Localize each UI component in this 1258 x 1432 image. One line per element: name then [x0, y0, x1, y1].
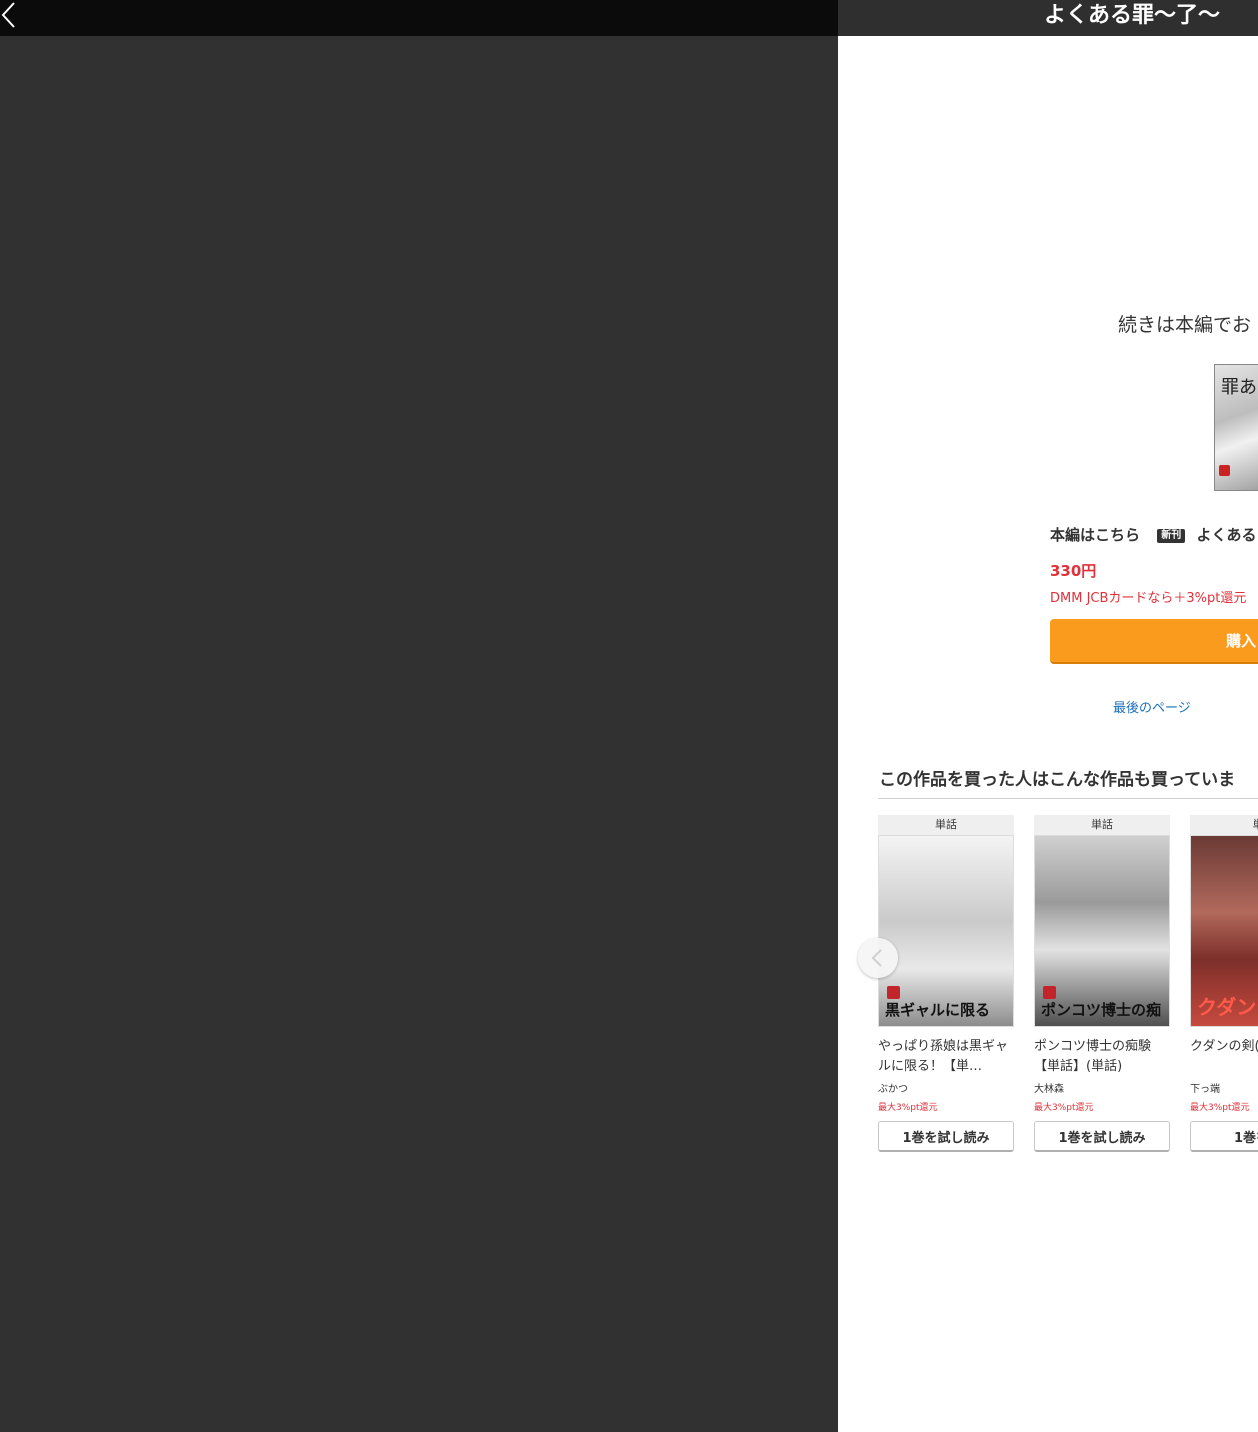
back-button[interactable]	[0, 0, 24, 30]
carousel-prev-button[interactable]	[858, 938, 898, 978]
continue-message: 続きは本編でお	[1118, 314, 1252, 336]
recommendation-card[interactable]: 単話 黒ギャルに限る やっぱり孫娘は黒ギャルに限る！【単… ぶかつ 最大3%pt…	[878, 815, 1014, 1152]
card-points: 最大3%pt還元	[878, 1103, 938, 1113]
main-volume-cover[interactable]: 罪ある	[1214, 364, 1258, 491]
cover-title-text: 罪ある	[1221, 377, 1258, 398]
main-volume-title-link[interactable]: よくある	[1196, 526, 1256, 544]
page-title: よくある罪〜了〜	[1044, 3, 1221, 28]
chevron-left-icon	[871, 949, 882, 967]
cover-title-text: 黒ギャルに限る	[885, 1001, 991, 1019]
r18-badge-icon	[887, 986, 900, 999]
end-page-panel: 続きは本編でお 罪ある 本編はこちら 新刊 よくある 330円 DMM JCBカ…	[838, 36, 1258, 1432]
buy-button[interactable]: 購入	[1050, 619, 1258, 664]
trial-read-button[interactable]: 1巻を試し読み	[1034, 1121, 1170, 1152]
card-title[interactable]: やっぱり孫娘は黒ギャルに限る！【単…	[878, 1037, 1014, 1077]
divider	[878, 798, 1258, 799]
card-points: 最大3%pt還元	[1190, 1103, 1250, 1113]
chevron-left-icon	[1, 2, 15, 28]
card-points: 最大3%pt還元	[1034, 1103, 1094, 1113]
cover-title-text: クダン	[1197, 995, 1257, 1019]
recommendation-card[interactable]: 単 クダン クダンの剣(単話) 下っ端 最大3%pt還元 1巻を試	[1190, 815, 1258, 1152]
card-cover-image[interactable]: 黒ギャルに限る	[878, 835, 1014, 1027]
card-author[interactable]: 大林森	[1034, 1080, 1170, 1095]
recommendation-card[interactable]: 単話 ポンコツ博士の痴 ポンコツ博士の痴験【単話】(単話) 大林森 最大3%pt…	[1034, 815, 1170, 1152]
cover-title-text: ポンコツ博士の痴	[1041, 1001, 1162, 1019]
last-page-link[interactable]: 最後のページ	[1113, 697, 1191, 716]
honpen-label: 本編はこちら	[1050, 526, 1141, 544]
card-author[interactable]: 下っ端	[1190, 1080, 1258, 1095]
card-title[interactable]: クダンの剣(単話)	[1190, 1037, 1258, 1077]
main-volume-line: 本編はこちら 新刊 よくある	[1050, 525, 1257, 545]
price: 330円	[1050, 562, 1097, 580]
card-author[interactable]: ぶかつ	[878, 1080, 1014, 1095]
r18-badge-icon	[1219, 465, 1230, 476]
card-cover-image[interactable]: クダン	[1190, 835, 1258, 1027]
trial-read-button[interactable]: 1巻を試し読み	[878, 1121, 1014, 1152]
recommendations-heading: この作品を買った人はこんな作品も買っていま	[879, 770, 1236, 790]
format-label: 単話	[1034, 815, 1170, 835]
jcb-points-note: DMM JCBカードなら＋3%pt還元	[1050, 591, 1247, 606]
format-label: 単話	[878, 815, 1014, 835]
format-label: 単	[1190, 815, 1258, 835]
card-title[interactable]: ポンコツ博士の痴験【単話】(単話)	[1034, 1037, 1170, 1077]
r18-badge-icon	[1043, 986, 1056, 999]
card-cover-image[interactable]: ポンコツ博士の痴	[1034, 835, 1170, 1027]
trial-read-button[interactable]: 1巻を試	[1190, 1121, 1258, 1152]
new-release-badge: 新刊	[1157, 529, 1186, 543]
top-bar: よくある罪〜了〜	[0, 0, 1258, 36]
